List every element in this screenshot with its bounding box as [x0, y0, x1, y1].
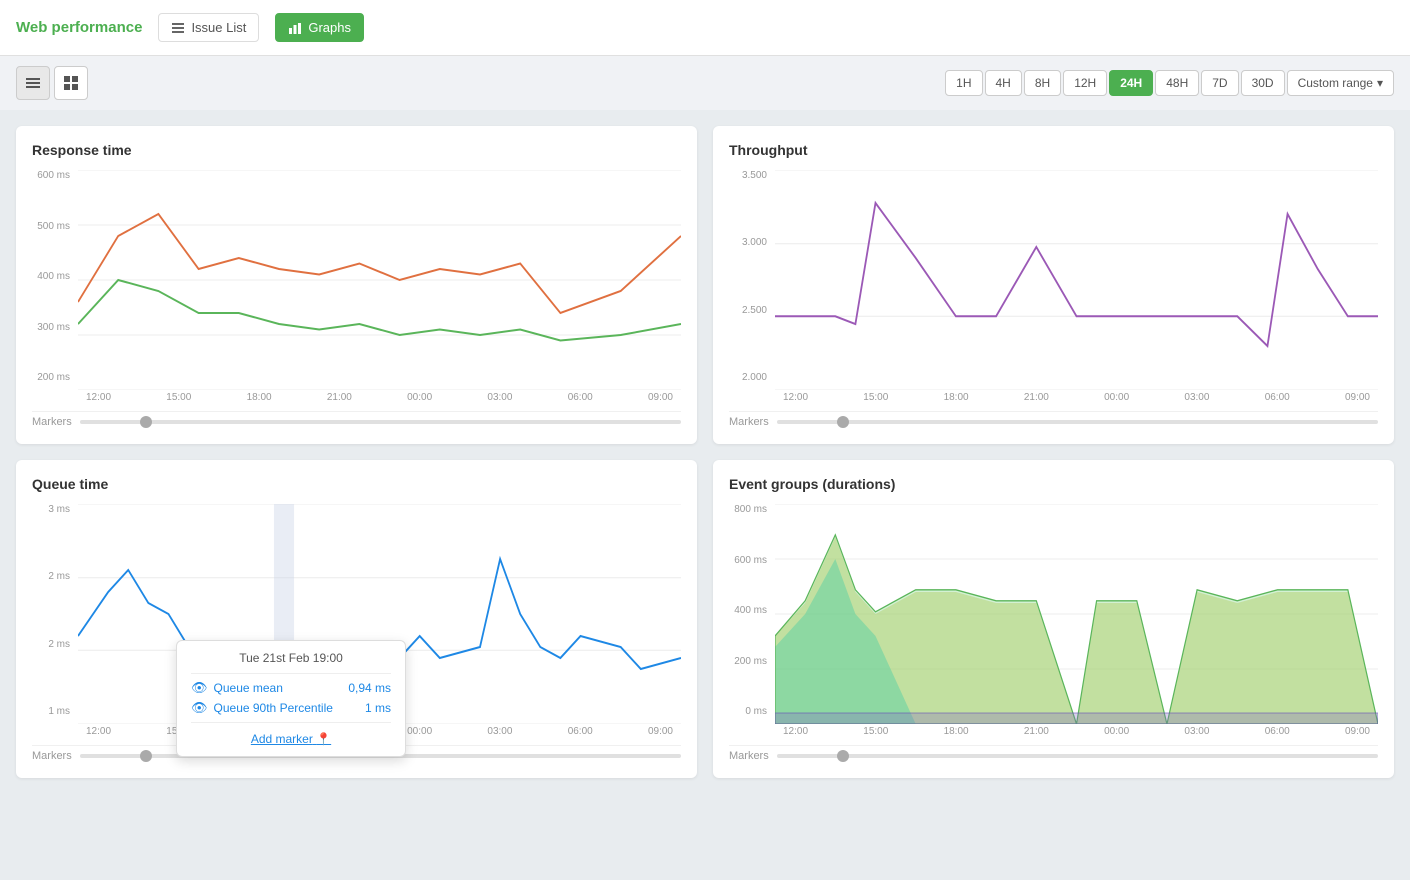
time-30d[interactable]: 30D — [1241, 70, 1285, 96]
markers-handle-2[interactable] — [837, 416, 849, 428]
custom-range-button[interactable]: Custom range ▾ — [1287, 70, 1394, 96]
event-groups-y-axis: 800 ms 600 ms 400 ms 200 ms 0 ms — [729, 504, 771, 737]
queue-time-y-axis: 3 ms 2 ms 2 ms 1 ms — [32, 504, 74, 737]
marker-pin-icon: 📍 — [316, 732, 331, 746]
event-groups-card: Event groups (durations) 800 ms 600 ms 4… — [713, 460, 1394, 778]
markers-handle-1[interactable] — [140, 416, 152, 428]
view-buttons — [16, 66, 88, 100]
time-7d[interactable]: 7D — [1201, 70, 1238, 96]
event-groups-markers: Markers — [729, 745, 1378, 762]
header: Web performance Issue List Graphs — [0, 0, 1410, 56]
event-groups-chart — [775, 504, 1378, 724]
tooltip-date: Tue 21st Feb 19:00 — [191, 651, 391, 665]
throughput-y-axis: 3.500 3.000 2.500 2.000 — [729, 170, 771, 403]
issue-list-button[interactable]: Issue List — [158, 13, 259, 42]
app-title: Web performance — [16, 19, 142, 36]
markers-handle-4[interactable] — [837, 750, 849, 762]
list-icon — [171, 21, 185, 35]
tooltip-row-percentile: 👁 Queue 90th Percentile 1 ms — [191, 700, 391, 716]
eye-icon-2: 👁 — [191, 700, 208, 716]
charts-grid: Response time 600 ms 500 ms 400 ms 300 m… — [0, 110, 1410, 794]
markers-slider-4[interactable] — [777, 754, 1378, 758]
time-8h[interactable]: 8H — [1024, 70, 1061, 96]
queue-time-title: Queue time — [32, 476, 681, 492]
markers-handle-3[interactable] — [140, 750, 152, 762]
throughput-x-axis: 12:00 15:00 18:00 21:00 00:00 03:00 06:0… — [775, 392, 1378, 403]
grid-view-icon — [64, 76, 78, 90]
time-12h[interactable]: 12H — [1063, 70, 1107, 96]
time-range-buttons: 1H 4H 8H 12H 24H 48H 7D 30D Custom range… — [945, 70, 1394, 96]
time-24h[interactable]: 24H — [1109, 70, 1153, 96]
markers-slider-2[interactable] — [777, 420, 1378, 424]
tooltip-add-marker[interactable]: Add marker 📍 — [191, 731, 391, 746]
add-marker-link[interactable]: Add marker 📍 — [251, 732, 331, 746]
eye-icon-1: 👁 — [191, 680, 208, 696]
tooltip-row-mean: 👁 Queue mean 0,94 ms — [191, 680, 391, 696]
list-view-button[interactable] — [16, 66, 50, 100]
markers-slider-1[interactable] — [80, 420, 681, 424]
response-time-title: Response time — [32, 142, 681, 158]
throughput-chart — [775, 170, 1378, 390]
grid-view-button[interactable] — [54, 66, 88, 100]
event-groups-x-axis: 12:00 15:00 18:00 21:00 00:00 03:00 06:0… — [775, 726, 1378, 737]
time-4h[interactable]: 4H — [985, 70, 1022, 96]
response-time-chart — [78, 170, 681, 390]
throughput-title: Throughput — [729, 142, 1378, 158]
time-48h[interactable]: 48H — [1155, 70, 1199, 96]
queue-time-card: Queue time 3 ms 2 ms 2 ms 1 ms — [16, 460, 697, 778]
response-time-y-axis: 600 ms 500 ms 400 ms 300 ms 200 ms — [32, 170, 74, 403]
event-groups-title: Event groups (durations) — [729, 476, 1378, 492]
toolbar: 1H 4H 8H 12H 24H 48H 7D 30D Custom range… — [0, 56, 1410, 110]
throughput-card: Throughput 3.500 3.000 2.500 2.000 — [713, 126, 1394, 444]
chart-icon — [288, 21, 302, 35]
response-time-markers: Markers — [32, 411, 681, 428]
throughput-markers: Markers — [729, 411, 1378, 428]
chevron-down-icon: ▾ — [1377, 76, 1383, 90]
graphs-button[interactable]: Graphs — [275, 13, 364, 42]
response-time-card: Response time 600 ms 500 ms 400 ms 300 m… — [16, 126, 697, 444]
response-time-x-axis: 12:00 15:00 18:00 21:00 00:00 03:00 06:0… — [78, 392, 681, 403]
time-1h[interactable]: 1H — [945, 70, 982, 96]
list-view-icon — [26, 76, 40, 90]
chart-tooltip: Tue 21st Feb 19:00 👁 Queue mean 0,94 ms … — [176, 640, 406, 757]
